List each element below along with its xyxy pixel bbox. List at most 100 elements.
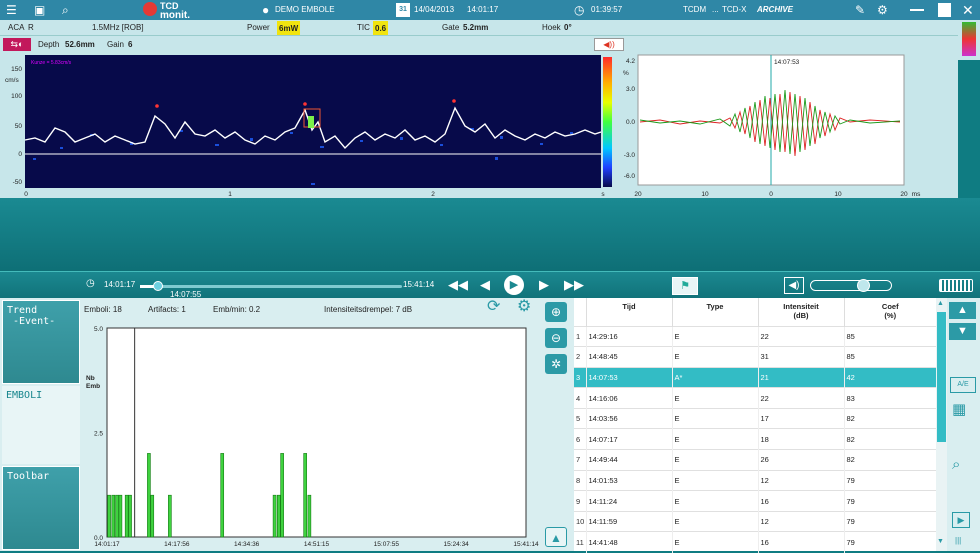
minimize-icon[interactable]: [910, 9, 924, 11]
col-time[interactable]: Tijd: [585, 298, 672, 326]
row-intensity: 17: [757, 407, 844, 429]
row-coef: 85: [843, 346, 936, 368]
nav-emboli[interactable]: EMBOLI: [2, 386, 80, 464]
save-icon[interactable]: ▣: [34, 0, 45, 20]
play-button[interactable]: ▶: [504, 275, 524, 295]
audio-alarm-button[interactable]: ◀)): [594, 38, 624, 51]
more-icon[interactable]: |||: [955, 536, 961, 545]
nav-trend-event[interactable]: Trend -Event-: [2, 300, 80, 384]
scroll-down-icon[interactable]: ▼: [937, 538, 944, 545]
row-time: 14:03:56: [585, 407, 672, 429]
nav-toolbar[interactable]: Toolbar: [2, 466, 80, 550]
flag-marker-button[interactable]: ⚑: [672, 277, 698, 295]
battery-icon: [939, 279, 973, 292]
table-row[interactable]: 3 14:07:53 A* 21 42: [574, 366, 936, 388]
table-row[interactable]: 10 14:11:59 E 12 79: [574, 510, 936, 532]
volume-slider[interactable]: [810, 279, 892, 292]
ae-toggle-button[interactable]: A/E: [950, 377, 976, 393]
step-back-icon[interactable]: ◀: [480, 277, 490, 293]
col-intensity[interactable]: Intensiteit (dB): [757, 298, 844, 326]
page-down-button[interactable]: ▼: [949, 323, 976, 340]
gain-value[interactable]: 6: [128, 36, 132, 53]
table-row[interactable]: 1 14:29:16 E 22 85: [574, 325, 936, 347]
user-icon: ●: [262, 3, 270, 17]
elapsed-time: 01:39:57: [591, 5, 623, 14]
menu-icon[interactable]: ☰: [6, 0, 17, 20]
color-tick: -3.0: [624, 152, 636, 159]
scroll-up-icon[interactable]: ▲: [937, 300, 944, 307]
zoom-fit-icon[interactable]: ✲: [545, 354, 567, 374]
table-row[interactable]: 9 14:11:24 E 16 79: [574, 490, 936, 512]
emboli-bar: [107, 494, 111, 538]
table-row[interactable]: 8 14:01:53 E 12 79: [574, 469, 936, 491]
collapse-up-icon[interactable]: ▲: [545, 527, 567, 547]
row-coef: 79: [843, 510, 936, 532]
row-time: 14:48:45: [585, 346, 672, 368]
emboli-rate: Emb/min: 0.2: [213, 305, 261, 314]
table-header: Tijd Type Intensiteit (dB) Coef (%): [574, 298, 936, 326]
gate-label: Gate: [442, 23, 460, 32]
col-coef[interactable]: Coef (%): [843, 298, 936, 326]
col-type[interactable]: Type: [671, 298, 758, 326]
table-row[interactable]: 5 14:03:56 E 17 82: [574, 407, 936, 429]
page-up-button[interactable]: ▲: [949, 302, 976, 319]
chart-tools: ⊕ ⊖ ✲ ▲: [541, 298, 574, 551]
probe-info-bar: ACA R 1.5MHz [ROB] Power 6mW TIC 0.6 Gat…: [0, 20, 980, 36]
step-forward-icon[interactable]: ▶: [539, 277, 549, 293]
timeline-track[interactable]: [140, 285, 402, 288]
emboli-bar: [115, 494, 119, 538]
row-index: 2: [574, 346, 586, 368]
chart-x-tick: 14:01:17: [94, 541, 120, 548]
report-icon[interactable]: ✎: [855, 0, 865, 20]
table-row[interactable]: 7 14:49:44 E 26 82: [574, 449, 936, 471]
maximize-icon[interactable]: [938, 3, 951, 17]
row-index: 10: [574, 510, 586, 532]
row-index: 7: [574, 449, 586, 471]
settings-icon[interactable]: ⚙: [877, 0, 888, 20]
row-index: 1: [574, 325, 586, 347]
timeline-knob[interactable]: [153, 281, 164, 291]
fast-forward-icon[interactable]: ▶▶: [564, 277, 584, 293]
volume-icon[interactable]: ◀): [784, 277, 804, 294]
search-review-icon[interactable]: ⌕: [952, 456, 960, 473]
color-tick: 4.2: [626, 58, 635, 65]
table-row[interactable]: 2 14:48:45 E 31 85: [574, 346, 936, 368]
close-icon[interactable]: ✕: [962, 0, 974, 20]
status-strip: [958, 20, 980, 60]
spectrum-y-unit: cm/s: [5, 77, 19, 84]
row-index: 3: [574, 366, 586, 388]
y-tick: -50: [13, 179, 23, 186]
mode-tcdm: TCDM: [683, 5, 707, 14]
table-row[interactable]: 6 14:07:17 E 18 82: [574, 428, 936, 450]
vessel-label: ACA: [8, 23, 25, 32]
emboli-bar: [118, 494, 123, 538]
scroll-thumb[interactable]: [937, 312, 946, 442]
background-band: [0, 198, 980, 271]
chart-x-tick: 15:41:14: [513, 541, 539, 548]
table-scrollbar[interactable]: ▲ ▼: [936, 298, 947, 551]
zoom-out-icon[interactable]: ⊖: [545, 328, 567, 348]
zoom-in-icon[interactable]: ⊕: [545, 302, 567, 322]
x-unit: s: [601, 191, 605, 198]
probe-toggle-button[interactable]: ⇆◐: [3, 38, 31, 51]
scale-note: Kunze = 5.83cm/s: [31, 60, 72, 66]
table-refresh-icon[interactable]: ▦: [952, 400, 966, 418]
emboli-bar: [128, 494, 132, 538]
emboli-bar: [150, 494, 155, 538]
color-unit: %: [623, 70, 629, 77]
angle-label: Hoek: [542, 23, 561, 32]
play-event-icon[interactable]: ▶: [952, 512, 970, 528]
depth-value[interactable]: 52.6mm: [65, 36, 95, 53]
mode-tcdx: TCD-X: [722, 5, 747, 14]
refresh-icon[interactable]: ⟳: [487, 299, 500, 315]
wave-x-tick: 20: [900, 191, 908, 198]
row-type: A*: [671, 366, 758, 388]
rewind-icon[interactable]: ◀◀: [448, 277, 468, 293]
search-file-icon[interactable]: ⌕: [62, 0, 69, 20]
table-row[interactable]: 4 14:16:06 E 22 83: [574, 387, 936, 409]
angle-value: 0°: [564, 23, 572, 32]
row-type: E: [671, 510, 758, 532]
table-row[interactable]: 11 14:41:48 E 16 79: [574, 531, 936, 553]
row-intensity: 26: [757, 449, 844, 471]
chart-settings-icon[interactable]: ⚙: [517, 299, 531, 315]
